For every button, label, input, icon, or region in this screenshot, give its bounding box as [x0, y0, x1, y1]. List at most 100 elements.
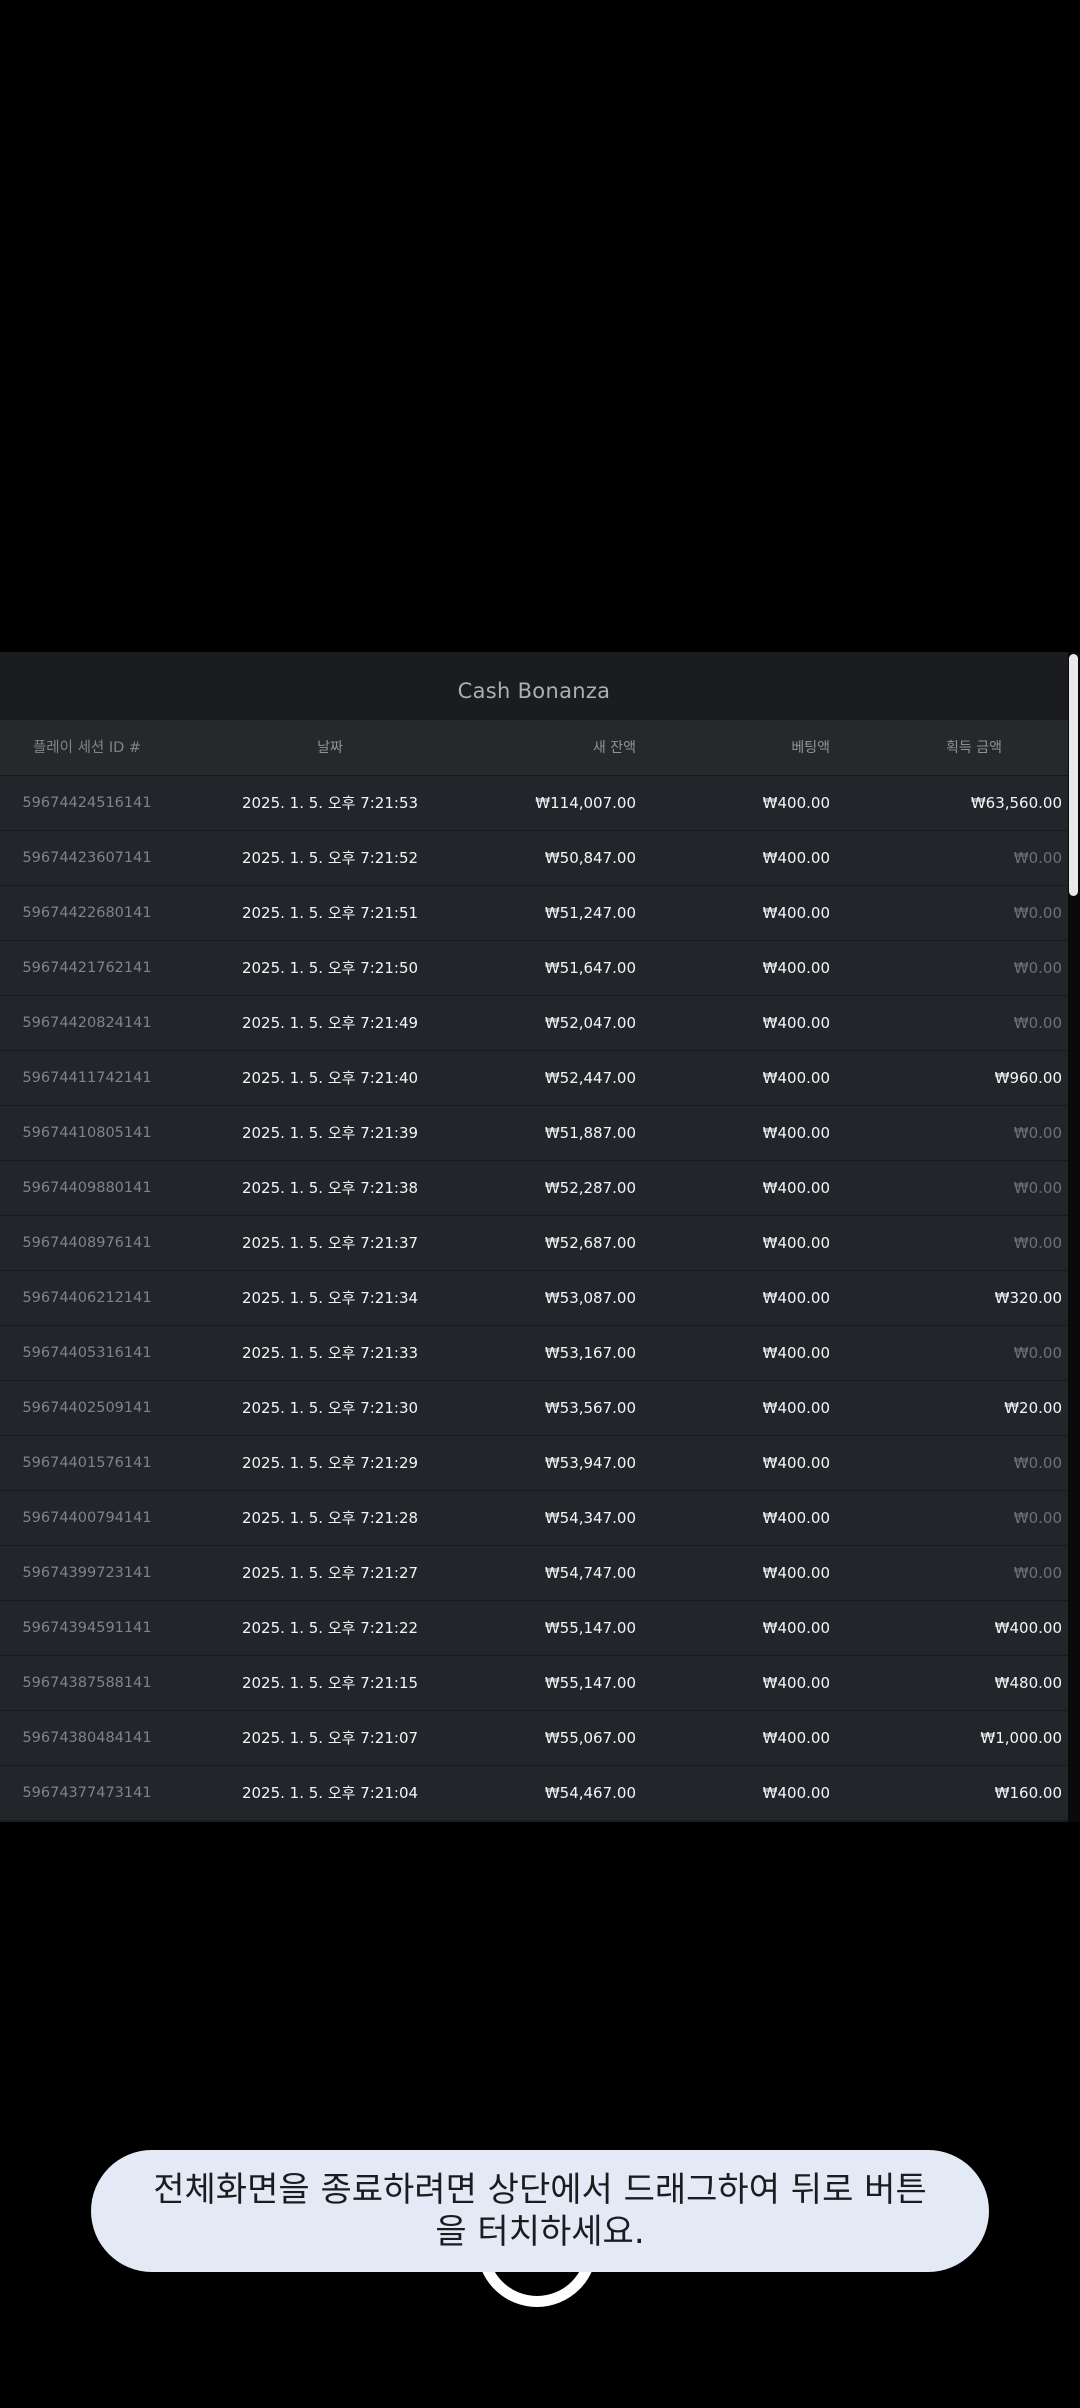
screen: Cash Bonanza 플레이 세션 ID # 날짜 새 잔액 베팅액 획득 … [0, 0, 1080, 2408]
new-balance-cell: ₩114,007.00 [535, 794, 636, 812]
table-body[interactable]: 59674424516141 2025. 1. 5. 오후 7:21:53 ₩114… [0, 776, 1068, 1821]
date-cell: 2025. 1. 5. 오후 7:21:30 [241, 1399, 419, 1417]
session-id-cell: 59674402509141 [22, 1400, 152, 1416]
bet-amount-cell: ₩400.00 [762, 1069, 830, 1087]
win-amount-cell: ₩320.00 [994, 1289, 1062, 1307]
win-amount-cell: ₩63,560.00 [970, 794, 1062, 812]
session-id-cell: 59674409880141 [22, 1180, 152, 1196]
table-row[interactable]: 59674400794141 2025. 1. 5. 오후 7:21:28 ₩54,… [0, 1491, 1068, 1546]
table-row[interactable]: 59674411742141 2025. 1. 5. 오후 7:21:40 ₩52,… [0, 1051, 1068, 1106]
new-balance-cell: ₩51,647.00 [544, 959, 636, 977]
date-cell: 2025. 1. 5. 오후 7:21:33 [241, 1344, 419, 1362]
game-history-panel: Cash Bonanza 플레이 세션 ID # 날짜 새 잔액 베팅액 획득 … [0, 652, 1068, 1822]
new-balance-cell: ₩53,947.00 [544, 1454, 636, 1472]
fullscreen-exit-toast: 전체화면을 종료하려면 상단에서 드래그하여 뒤로 버튼을 터치하세요. [91, 2150, 989, 2272]
session-id-cell: 59674424516141 [22, 795, 152, 811]
scrollbar-thumb[interactable] [1069, 654, 1078, 896]
bet-amount-cell: ₩400.00 [762, 1344, 830, 1362]
date-cell: 2025. 1. 5. 오후 7:21:29 [241, 1454, 419, 1472]
new-balance-cell: ₩54,747.00 [544, 1564, 636, 1582]
bet-amount-cell: ₩400.00 [762, 794, 830, 812]
table-row[interactable]: 59674402509141 2025. 1. 5. 오후 7:21:30 ₩53,… [0, 1381, 1068, 1436]
table-row[interactable]: 59674405316141 2025. 1. 5. 오후 7:21:33 ₩53,… [0, 1326, 1068, 1381]
win-amount-cell: ₩0.00 [1013, 959, 1062, 977]
bet-amount-cell: ₩400.00 [762, 1729, 830, 1747]
bet-amount-cell: ₩400.00 [762, 1124, 830, 1142]
win-amount-cell: ₩0.00 [1013, 1124, 1062, 1142]
header-session-id: 플레이 세션 ID # [32, 740, 142, 756]
new-balance-cell: ₩51,887.00 [544, 1124, 636, 1142]
win-amount-cell: ₩1,000.00 [980, 1729, 1062, 1747]
win-amount-cell: ₩0.00 [1013, 1179, 1062, 1197]
table-row[interactable]: 59674420824141 2025. 1. 5. 오후 7:21:49 ₩52,… [0, 996, 1068, 1051]
date-cell: 2025. 1. 5. 오후 7:21:07 [241, 1729, 419, 1747]
table-row[interactable]: 59674409880141 2025. 1. 5. 오후 7:21:38 ₩52,… [0, 1161, 1068, 1216]
win-amount-cell: ₩480.00 [994, 1674, 1062, 1692]
session-id-cell: 59674420824141 [22, 1015, 152, 1031]
session-id-cell: 59674411742141 [22, 1070, 152, 1086]
header-win-amount: 획득 금액 [946, 740, 1002, 756]
new-balance-cell: ₩52,047.00 [544, 1014, 636, 1032]
session-id-cell: 59674387588141 [22, 1675, 152, 1691]
session-id-cell: 59674400794141 [22, 1510, 152, 1526]
table-row[interactable]: 59674401576141 2025. 1. 5. 오후 7:21:29 ₩53,… [0, 1436, 1068, 1491]
table-row[interactable]: 59674410805141 2025. 1. 5. 오후 7:21:39 ₩51,… [0, 1106, 1068, 1161]
date-cell: 2025. 1. 5. 오후 7:21:04 [241, 1784, 419, 1802]
new-balance-cell: ₩53,167.00 [544, 1344, 636, 1362]
header-date: 날짜 [317, 740, 343, 756]
session-id-cell: 59674399723141 [22, 1565, 152, 1581]
table-row[interactable]: 59674406212141 2025. 1. 5. 오후 7:21:34 ₩53,… [0, 1271, 1068, 1326]
win-amount-cell: ₩20.00 [1004, 1399, 1062, 1417]
table-row[interactable]: 59674399723141 2025. 1. 5. 오후 7:21:27 ₩54,… [0, 1546, 1068, 1601]
session-id-cell: 59674408976141 [22, 1235, 152, 1251]
new-balance-cell: ₩53,567.00 [544, 1399, 636, 1417]
win-amount-cell: ₩960.00 [994, 1069, 1062, 1087]
date-cell: 2025. 1. 5. 오후 7:21:53 [241, 794, 419, 812]
session-id-cell: 59674401576141 [22, 1455, 152, 1471]
new-balance-cell: ₩52,447.00 [544, 1069, 636, 1087]
bet-amount-cell: ₩400.00 [762, 904, 830, 922]
date-cell: 2025. 1. 5. 오후 7:21:22 [241, 1619, 419, 1637]
win-amount-cell: ₩160.00 [994, 1784, 1062, 1802]
table-row[interactable]: 59674387588141 2025. 1. 5. 오후 7:21:15 ₩55,… [0, 1656, 1068, 1711]
win-amount-cell: ₩0.00 [1013, 1564, 1062, 1582]
win-amount-cell: ₩0.00 [1013, 1014, 1062, 1032]
header-new-balance: 새 잔액 [592, 740, 636, 756]
table-row[interactable]: 59674394591141 2025. 1. 5. 오후 7:21:22 ₩55,… [0, 1601, 1068, 1656]
date-cell: 2025. 1. 5. 오후 7:21:38 [241, 1179, 419, 1197]
table-row[interactable]: 59674422680141 2025. 1. 5. 오후 7:21:51 ₩51,… [0, 886, 1068, 941]
bet-amount-cell: ₩400.00 [762, 1399, 830, 1417]
header-bet-amount: 베팅액 [791, 740, 830, 756]
new-balance-cell: ₩50,847.00 [544, 849, 636, 867]
session-id-cell: 59674422680141 [22, 905, 152, 921]
table-row[interactable]: 59674380484141 2025. 1. 5. 오후 7:21:07 ₩55,… [0, 1711, 1068, 1766]
date-cell: 2025. 1. 5. 오후 7:21:49 [241, 1014, 419, 1032]
date-cell: 2025. 1. 5. 오후 7:21:50 [241, 959, 419, 977]
bet-amount-cell: ₩400.00 [762, 1674, 830, 1692]
new-balance-cell: ₩52,687.00 [544, 1234, 636, 1252]
win-amount-cell: ₩0.00 [1013, 849, 1062, 867]
bet-amount-cell: ₩400.00 [762, 1179, 830, 1197]
bet-amount-cell: ₩400.00 [762, 1289, 830, 1307]
new-balance-cell: ₩54,467.00 [544, 1784, 636, 1802]
date-cell: 2025. 1. 5. 오후 7:21:40 [241, 1069, 419, 1087]
session-id-cell: 59674406212141 [22, 1290, 152, 1306]
date-cell: 2025. 1. 5. 오후 7:21:52 [241, 849, 419, 867]
table-row[interactable]: 59674377473141 2025. 1. 5. 오후 7:21:04 ₩54,… [0, 1766, 1068, 1821]
win-amount-cell: ₩0.00 [1013, 1454, 1062, 1472]
bet-amount-cell: ₩400.00 [762, 1619, 830, 1637]
table-row[interactable]: 59674424516141 2025. 1. 5. 오후 7:21:53 ₩114… [0, 776, 1068, 831]
bet-amount-cell: ₩400.00 [762, 1014, 830, 1032]
session-id-cell: 59674380484141 [22, 1730, 152, 1746]
panel-title: Cash Bonanza [0, 652, 1068, 720]
table-row[interactable]: 59674423607141 2025. 1. 5. 오후 7:21:52 ₩50,… [0, 831, 1068, 886]
new-balance-cell: ₩54,347.00 [544, 1509, 636, 1527]
bet-amount-cell: ₩400.00 [762, 1784, 830, 1802]
bet-amount-cell: ₩400.00 [762, 1454, 830, 1472]
bet-amount-cell: ₩400.00 [762, 959, 830, 977]
date-cell: 2025. 1. 5. 오후 7:21:27 [241, 1564, 419, 1582]
table-row[interactable]: 59674421762141 2025. 1. 5. 오후 7:21:50 ₩51,… [0, 941, 1068, 996]
win-amount-cell: ₩0.00 [1013, 904, 1062, 922]
session-id-cell: 59674423607141 [22, 850, 152, 866]
table-row[interactable]: 59674408976141 2025. 1. 5. 오후 7:21:37 ₩52,… [0, 1216, 1068, 1271]
